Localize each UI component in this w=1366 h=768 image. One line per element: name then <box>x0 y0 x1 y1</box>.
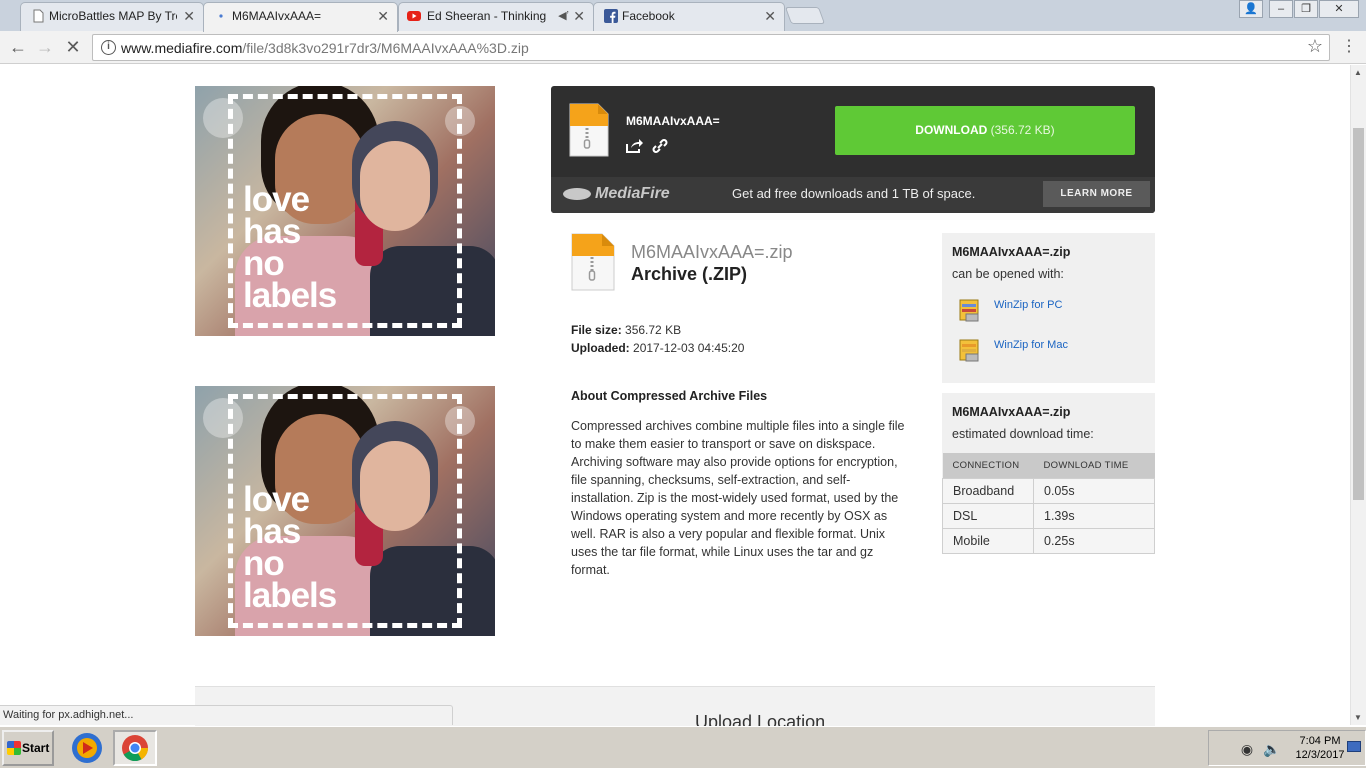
download-time-subtitle: estimated download time: <box>952 427 1094 441</box>
time-cell: 0.05s <box>1033 477 1155 504</box>
about-heading: About Compressed Archive Files <box>571 389 768 403</box>
table-row: DSL 1.39s <box>942 502 1155 529</box>
promo-text: Get ad free downloads and 1 TB of space. <box>732 186 976 201</box>
close-icon[interactable]: ✕ <box>183 3 195 29</box>
info-icon[interactable]: i <box>101 40 116 55</box>
file-type: Archive (.ZIP) <box>631 264 748 284</box>
table-header-row: CONNECTION DOWNLOAD TIME <box>942 453 1155 478</box>
tab-label: Facebook <box>622 9 675 23</box>
status-bubble: Waiting for px.adhigh.net... <box>0 705 453 725</box>
tab-facebook[interactable]: Facebook ✕ <box>593 2 785 31</box>
winzip-mac-link[interactable]: WinZip for Mac <box>994 339 1068 351</box>
time-cell: 0.25s <box>1033 527 1155 554</box>
show-desktop-icon[interactable] <box>1347 741 1361 752</box>
mediafire-logo[interactable]: MediaFire <box>563 185 670 203</box>
column-header-download-time: DOWNLOAD TIME <box>1033 453 1155 478</box>
tab-label: M6MAAIvxAAA= <box>232 9 322 23</box>
about-text: Compressed archives combine multiple fil… <box>571 419 905 577</box>
file-name: M6MAAIvxAAA=.zip <box>631 242 793 262</box>
promo-bar: MediaFire Get ad free downloads and 1 TB… <box>551 177 1155 213</box>
ad-slogan: love has no labels <box>243 180 337 315</box>
forward-button[interactable]: → <box>33 36 57 58</box>
stop-loading-button[interactable]: ✕ <box>61 36 85 58</box>
url-path: /file/3d8k3vo291r7dr3/M6MAAIvxAAA%3D.zip <box>242 40 529 56</box>
table-row: Mobile 0.25s <box>942 527 1155 554</box>
upload-date: Uploaded: 2017-12-03 04:45:20 <box>571 341 745 355</box>
new-tab-button[interactable] <box>784 7 826 24</box>
ad-banner-bottom[interactable]: love has no labels <box>195 386 495 636</box>
link-icon[interactable] <box>651 138 669 154</box>
system-tray: ◉ 🔈 7:04 PM 12/3/2017 <box>1208 730 1366 766</box>
close-icon[interactable]: ✕ <box>377 3 389 29</box>
learn-more-button[interactable]: LEARN MORE <box>1043 181 1150 207</box>
winzip-icon <box>959 299 979 322</box>
profile-icon[interactable]: 👤 <box>1239 0 1263 18</box>
url-host: www.mediafire.com <box>121 40 243 56</box>
tab-youtube[interactable]: Ed Sheeran - Thinking O ◀ʼ ✕ <box>398 2 594 31</box>
windows-logo-icon <box>7 741 21 755</box>
bookmark-star-icon[interactable]: ☆ <box>1307 36 1323 57</box>
browser-toolbar: ← → ✕ i www.mediafire.com/file/3d8k3vo29… <box>0 31 1366 64</box>
opened-with-subtitle: can be opened with: <box>952 267 1064 281</box>
network-icon[interactable]: ◉ <box>1239 741 1255 757</box>
ad-banner-top[interactable]: love has no labels <box>195 86 495 336</box>
restore-button[interactable]: ❐ <box>1294 0 1318 18</box>
tab-strip: MicroBattles MAP By Trenzk ✕ M6MAAIvxAAA… <box>0 0 1366 32</box>
youtube-icon <box>407 11 421 21</box>
time-cell: 1.39s <box>1033 502 1155 529</box>
zip-file-icon <box>571 233 615 291</box>
column-header-connection: CONNECTION <box>942 453 1034 478</box>
download-time-table: CONNECTION DOWNLOAD TIME Broadband 0.05s… <box>942 453 1155 554</box>
opened-with-title: M6MAAIvxAAA=.zip <box>952 245 1071 259</box>
chrome-taskbar-icon[interactable] <box>113 730 157 766</box>
page-icon <box>33 9 44 23</box>
download-time-title: M6MAAIvxAAA=.zip <box>952 405 1071 419</box>
address-bar[interactable]: i www.mediafire.com/file/3d8k3vo291r7dr3… <box>92 34 1330 61</box>
mediafire-flame-icon <box>563 187 591 200</box>
download-button[interactable]: DOWNLOAD (356.72 KB) <box>835 106 1135 155</box>
connection-cell: DSL <box>942 502 1034 529</box>
winzip-pc-link[interactable]: WinZip for PC <box>994 299 1062 311</box>
file-size: File size: 356.72 KB <box>571 323 682 337</box>
url-text: www.mediafire.com/file/3d8k3vo291r7dr3/M… <box>121 40 529 56</box>
loading-icon <box>219 14 223 18</box>
download-panel: M6MAAIvxAAA= DOWNLOAD (356.72 KB) MediaF… <box>551 86 1155 213</box>
vertical-scrollbar[interactable]: ▲ ▼ <box>1350 65 1366 725</box>
share-icon[interactable] <box>625 138 643 154</box>
tab-mediafire[interactable]: M6MAAIvxAAA= ✕ <box>203 2 398 32</box>
winzip-mac-icon <box>959 339 979 362</box>
ad-slogan: love has no labels <box>243 480 337 615</box>
download-time-box: M6MAAIvxAAA=.zip estimated download time… <box>942 393 1155 554</box>
window-close-button[interactable]: ✕ <box>1319 0 1359 18</box>
clock-date: 12/3/2017 <box>1295 749 1345 761</box>
media-player-icon[interactable] <box>65 730 109 766</box>
zip-file-icon <box>569 103 609 157</box>
scrollbar-thumb[interactable] <box>1353 128 1364 500</box>
speaker-icon[interactable]: ◀ʼ <box>558 3 569 29</box>
volume-icon[interactable]: 🔈 <box>1263 741 1280 757</box>
back-button[interactable]: ← <box>6 36 30 58</box>
tab-label: Ed Sheeran - Thinking O <box>427 9 547 23</box>
scroll-down-icon[interactable]: ▼ <box>1354 713 1362 722</box>
facebook-icon <box>604 9 618 23</box>
download-file-name: M6MAAIvxAAA= <box>626 114 720 128</box>
menu-icon[interactable]: ⋮ <box>1341 37 1357 57</box>
download-button-label: DOWNLOAD <box>915 123 988 137</box>
start-button[interactable]: Start <box>2 730 54 766</box>
start-label: Start <box>22 741 50 755</box>
tab-microbattles[interactable]: MicroBattles MAP By Trenzk ✕ <box>20 2 204 31</box>
opened-with-box: M6MAAIvxAAA=.zip can be opened with: Win… <box>942 233 1155 383</box>
minimize-button[interactable]: – <box>1269 0 1293 18</box>
scroll-up-icon[interactable]: ▲ <box>1354 68 1362 77</box>
close-icon[interactable]: ✕ <box>764 3 776 29</box>
clock-time: 7:04 PM <box>1299 735 1341 747</box>
connection-cell: Broadband <box>942 477 1034 504</box>
taskbar: Start ◉ 🔈 7:04 PM 12/3/2017 <box>0 726 1366 768</box>
download-button-size: (356.72 KB) <box>990 123 1055 137</box>
close-icon[interactable]: ✕ <box>573 3 585 29</box>
connection-cell: Mobile <box>942 527 1034 554</box>
clock[interactable]: 7:04 PM 12/3/2017 <box>1289 734 1351 762</box>
tab-label: MicroBattles MAP By Trenzk <box>49 9 177 23</box>
table-row: Broadband 0.05s <box>942 477 1155 504</box>
